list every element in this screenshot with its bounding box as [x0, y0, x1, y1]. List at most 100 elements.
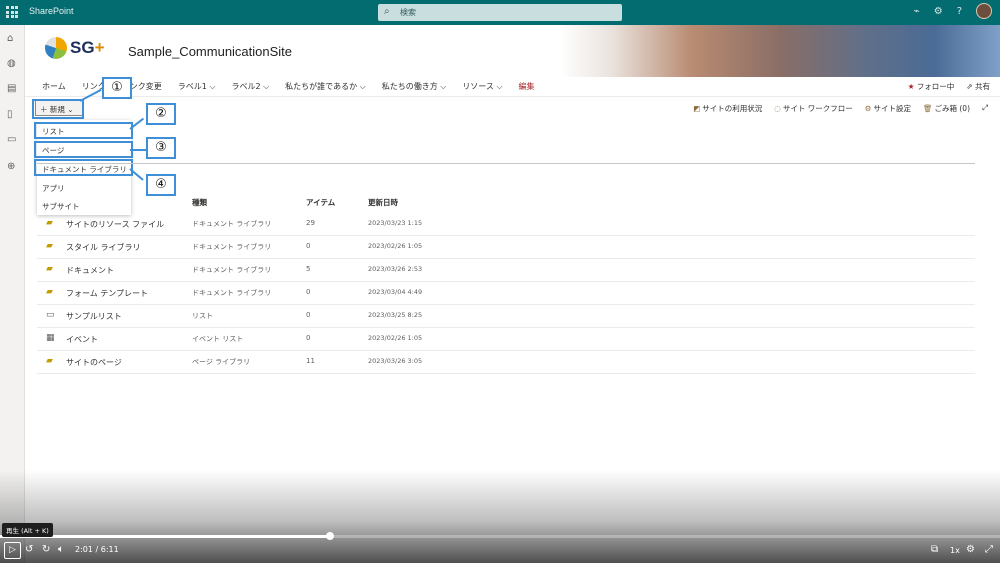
play-tooltip: 再生 (Alt + K) [2, 523, 53, 537]
row-modified: 2023/03/26 2:53 [368, 265, 423, 273]
search-input[interactable]: ⌕ 検索 [378, 4, 622, 21]
follow-label: フォロー中 [916, 82, 955, 91]
forward-icon[interactable]: ↻ [42, 544, 50, 555]
library-icon: ▰ [46, 241, 53, 251]
site-settings-label: サイト設定 [873, 104, 911, 113]
player-controls: ▷ ↺ ↻ 🔈︎ 2:01 / 6:11 ⧉ 1x ⚙ ⤢ [0, 542, 1000, 560]
add-icon[interactable]: ⊕ [7, 161, 15, 172]
chart-icon: ◩ [693, 104, 701, 113]
site-workflow-label: サイト ワークフロー [782, 104, 853, 113]
row-name[interactable]: サイトのページ [66, 357, 122, 368]
row-modified: 2023/02/26 1:05 [368, 242, 423, 250]
table-row[interactable]: ▰ サイトのページ ページ ライブラリ 11 2023/03/26 3:05 [37, 351, 975, 374]
brand-label[interactable]: SharePoint [29, 6, 74, 16]
row-name[interactable]: サイトのリソース ファイル [66, 219, 164, 230]
library-icon: ▰ [46, 264, 53, 274]
row-name[interactable]: イベント [66, 334, 98, 345]
site-workflow-button[interactable]: ◌ サイト ワークフロー [774, 103, 852, 114]
row-type: ドキュメント ライブラリ [192, 266, 272, 274]
database-icon[interactable]: ▭ [7, 134, 16, 145]
row-type: イベント リスト [192, 335, 244, 343]
logo-text: SG [70, 38, 95, 57]
news-icon[interactable]: ▤ [7, 83, 16, 94]
site-usage-label: サイトの利用状況 [702, 104, 763, 113]
nav-item-label1[interactable]: ラベル1 ⌵ [178, 81, 216, 92]
avatar[interactable] [976, 3, 992, 19]
row-modified: 2023/03/04 4:49 [368, 288, 423, 296]
table-row[interactable]: ▦ イベント イベント リスト 0 2023/02/26 1:05 [37, 328, 975, 351]
recycle-bin-label: ごみ箱 (0) [934, 104, 970, 113]
row-modified: 2023/02/26 1:05 [368, 334, 423, 342]
captions-icon[interactable]: ⧉ [931, 544, 938, 555]
row-items: 0 [306, 242, 311, 250]
rewind-icon[interactable]: ↺ [25, 544, 33, 555]
library-icon: ▰ [46, 356, 53, 366]
row-name[interactable]: サンプルリスト [66, 311, 122, 322]
row-name[interactable]: スタイル ライブラリ [66, 242, 141, 253]
settings-icon[interactable]: ⚙ [966, 544, 975, 555]
follow-button[interactable]: ★ フォロー中 [908, 81, 955, 92]
nav-item-home[interactable]: ホーム [42, 81, 66, 92]
row-modified: 2023/03/25 8:25 [368, 311, 423, 319]
table-row[interactable]: ▭ サンプルリスト リスト 0 2023/03/25 8:25 [37, 305, 975, 328]
progress-handle[interactable] [326, 532, 334, 540]
search-icon: ⌕ [384, 6, 390, 17]
nav-item-how-we-work[interactable]: 私たちの働き方 ⌵ [382, 81, 447, 92]
app-launcher-icon[interactable] [6, 6, 18, 18]
progress-bar[interactable] [0, 532, 1000, 540]
site-navigation: ホーム リンク リンク変更 ラベル1 ⌵ ラベル2 ⌵ 私たちが誰であるか ⌵ … [25, 77, 1000, 97]
table-row[interactable]: ▰ スタイル ライブラリ ドキュメント ライブラリ 0 2023/02/26 1… [37, 236, 975, 259]
gear-icon: ⚙ [864, 104, 872, 113]
row-type: ドキュメント ライブラリ [192, 220, 272, 228]
callout-3: ③ [146, 137, 176, 159]
library-icon: ▰ [46, 287, 53, 297]
menu-item-app[interactable]: アプリ [37, 179, 131, 197]
share-button[interactable]: ⇗ 共有 [966, 81, 990, 92]
logo-plus: + [94, 38, 105, 57]
site-title[interactable]: Sample_CommunicationSite [128, 44, 292, 59]
row-modified: 2023/03/26 3:05 [368, 357, 423, 365]
speed-button[interactable]: 1x [950, 546, 960, 555]
nav-item-label2[interactable]: ラベル2 ⌵ [231, 81, 269, 92]
column-header-modified[interactable]: 更新日時 [368, 197, 398, 208]
time-display: 2:01 / 6:11 [75, 545, 119, 554]
fullscreen-player-icon[interactable]: ⤢ [985, 544, 993, 555]
site-logo[interactable]: SG+ [45, 37, 105, 59]
recycle-bin-button[interactable]: 🗑 ごみ箱 (0) [923, 103, 970, 114]
nav-item-who-we-are[interactable]: 私たちが誰であるか ⌵ [285, 81, 366, 92]
megaphone-icon[interactable]: ⌁ [914, 6, 920, 17]
play-button[interactable]: ▷ [4, 542, 21, 559]
nav-edit-link[interactable]: 編集 [519, 81, 535, 92]
calendar-icon: ▦ [46, 333, 55, 343]
row-name[interactable]: フォーム テンプレート [66, 288, 148, 299]
row-modified: 2023/03/23 1:15 [368, 219, 423, 227]
volume-icon[interactable]: 🔈︎ [58, 544, 64, 555]
content-divider [37, 163, 975, 164]
connector-line-3 [130, 149, 147, 151]
share-label: 共有 [975, 82, 990, 91]
row-items: 0 [306, 288, 311, 296]
table-row[interactable]: ▰ フォーム テンプレート ドキュメント ライブラリ 0 2023/03/04 … [37, 282, 975, 305]
library-icon: ▰ [46, 218, 53, 228]
search-placeholder: 検索 [400, 8, 416, 17]
site-settings-button[interactable]: ⚙ サイト設定 [865, 103, 911, 114]
column-header-items[interactable]: アイテム [306, 197, 335, 208]
row-items: 5 [306, 265, 311, 273]
site-usage-button[interactable]: ◩ サイトの利用状況 [693, 103, 762, 114]
row-type: ドキュメント ライブラリ [192, 289, 272, 297]
file-icon[interactable]: ▯ [7, 109, 13, 120]
nav-item-resources[interactable]: リソース ⌵ [462, 81, 502, 92]
row-name[interactable]: ドキュメント [66, 265, 114, 276]
home-icon[interactable]: ⌂ [7, 33, 13, 44]
column-header-type[interactable]: 種類 [192, 197, 207, 208]
help-icon[interactable]: ? [957, 6, 962, 17]
logo-mark-icon [45, 37, 67, 59]
trash-icon: 🗑 [922, 104, 933, 113]
site-header: SG+ Sample_CommunicationSite [25, 25, 1000, 77]
gear-icon[interactable]: ⚙ [934, 6, 943, 17]
table-row[interactable]: ▰ サイトのリソース ファイル ドキュメント ライブラリ 29 2023/03/… [37, 213, 975, 236]
table-row[interactable]: ▰ ドキュメント ドキュメント ライブラリ 5 2023/03/26 2:53 [37, 259, 975, 282]
fullscreen-icon[interactable]: ⤢ [982, 103, 988, 114]
row-items: 0 [306, 334, 311, 342]
globe-icon[interactable]: ◍ [7, 58, 16, 69]
